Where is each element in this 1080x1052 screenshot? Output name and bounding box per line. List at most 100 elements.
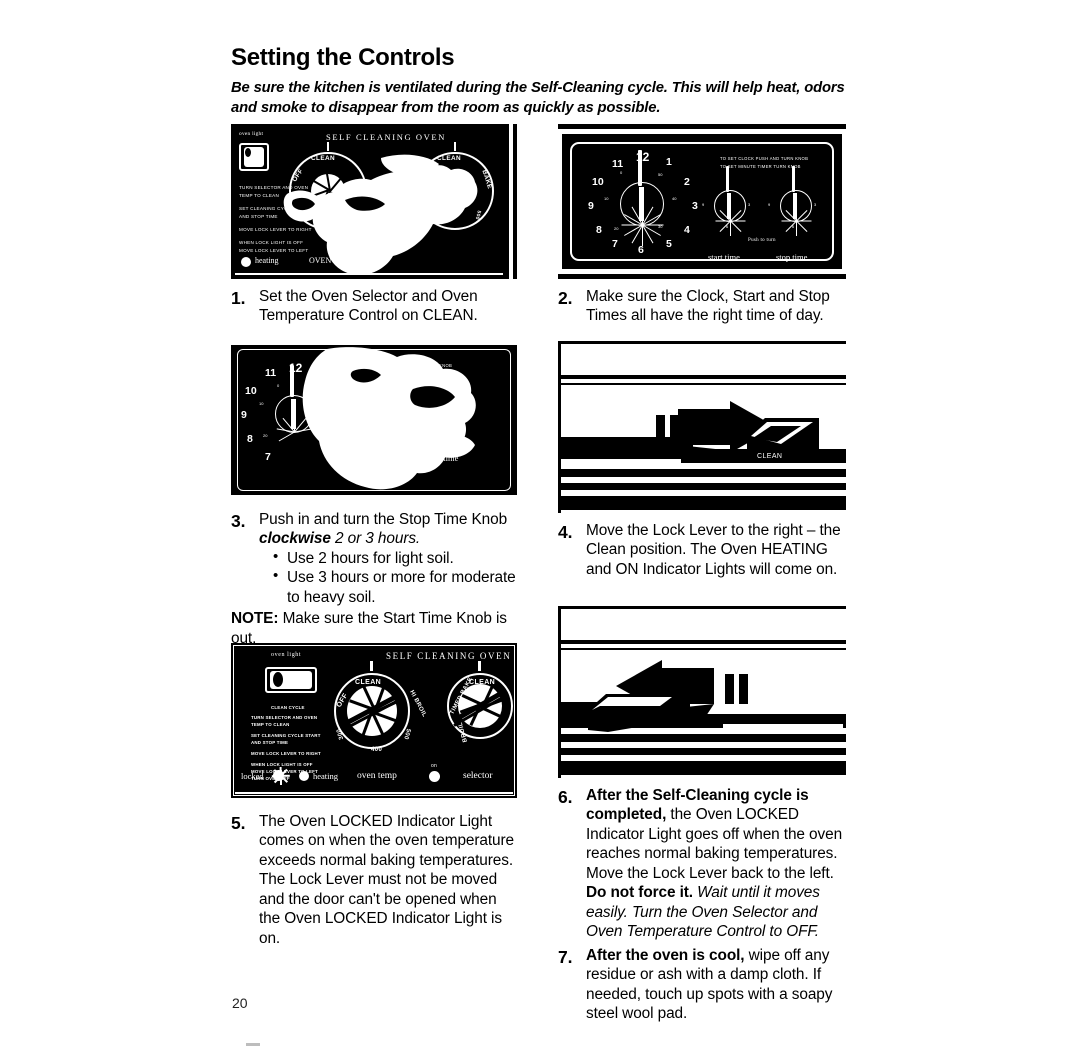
clock-number-8: 8 — [596, 224, 602, 236]
step-6-emphasis-2: Do not force it. — [586, 884, 693, 902]
clock-number-6: 6 — [638, 244, 644, 256]
step-3: 3. Push in and turn the Stop Time Knob c… — [231, 510, 521, 648]
clock-number-9: 9 — [241, 409, 247, 421]
figure-oven-control-panel-hand: SELF CLEANING OVEN oven light TURN SELEC… — [231, 124, 517, 279]
minute-mark-40: 40 — [672, 196, 677, 201]
clock-number-10: 10 — [245, 385, 257, 397]
note-label: NOTE: — [231, 610, 279, 628]
stop-time-knob[interactable] — [780, 190, 812, 236]
step-3-tail: 2 or 3 hours. — [330, 530, 421, 548]
oven-light-label: oven light — [271, 652, 302, 658]
clock-face — [620, 182, 664, 246]
clock-number-9: 9 — [588, 200, 594, 212]
heating-indicator-light — [241, 257, 251, 267]
step-4: 4. Move the Lock Lever to the right – th… — [558, 521, 846, 579]
page-number: 20 — [232, 995, 248, 1011]
step-7-emphasis: After the oven is cool, — [586, 947, 745, 964]
lever-detent-1 — [739, 674, 748, 704]
clock-number-5: 5 — [666, 238, 672, 250]
heating-label: heating — [313, 771, 339, 781]
oven-label: OVEN — [309, 256, 332, 265]
knob-label-clean: CLEAN — [355, 679, 382, 686]
on-indicator-light — [429, 771, 440, 782]
footer-mark — [246, 1043, 260, 1046]
lever-detent-2 — [725, 674, 734, 704]
oven-light-switch[interactable] — [265, 667, 317, 693]
start-time-label: start time — [708, 252, 740, 262]
bullet-heavy-soil: Use 3 hours or more for moderate to heav… — [273, 567, 521, 607]
clock-number-3: 3 — [692, 200, 698, 212]
clock-number-8: 8 — [247, 433, 253, 445]
step-6-text: After the Self-Cleaning cycle is complet… — [586, 786, 846, 942]
lock-lever-handle[interactable] — [586, 690, 678, 732]
panel-edge-shadow — [513, 124, 517, 279]
clock-number-4: 4 — [684, 224, 690, 236]
instr-clean-cycle: CLEAN CYCLE — [271, 705, 305, 710]
step-7-number: 7. — [558, 947, 573, 967]
step-2-number: 2. — [558, 288, 573, 308]
step-3-emphasis: clockwise — [259, 530, 331, 548]
step-5-number: 5. — [231, 813, 246, 833]
clock-number-7: 7 — [612, 238, 618, 250]
selector-label: selector — [463, 771, 493, 781]
step-4-text: Move the Lock Lever to the right – the C… — [586, 522, 841, 578]
push-to-turn-label: Push to turn — [748, 238, 776, 243]
clock-number-2: 2 — [684, 176, 690, 188]
hand-illustration — [302, 347, 476, 490]
locked-indicator-light — [273, 770, 284, 781]
minute-mark-0: 0 — [620, 170, 623, 175]
step-3-lead: Push in and turn the Stop Time Knob — [259, 511, 508, 528]
on-label: on — [431, 763, 438, 769]
oven-temp-label: oven temp — [357, 771, 397, 781]
step-1: 1. Set the Oven Selector and Oven Temper… — [231, 287, 521, 326]
step-3-number: 3. — [231, 511, 246, 531]
step-6-number: 6. — [558, 787, 573, 807]
heating-label: heating — [255, 256, 279, 265]
selector-index-mark — [478, 661, 481, 671]
minute-mark-10: 10 — [604, 196, 609, 201]
page-title: Setting the Controls — [231, 44, 455, 71]
start-time-knob[interactable] — [714, 190, 746, 236]
oven-light-label: oven light — [239, 131, 264, 137]
clock-number-11: 11 — [612, 158, 624, 170]
clock-number-10: 10 — [592, 176, 604, 188]
figure-lock-lever-left — [558, 606, 846, 778]
stop-time-label: stop time — [776, 252, 808, 262]
step-2: 2. Make sure the Clock, Start and Stop T… — [558, 287, 846, 326]
step-4-number: 4. — [558, 522, 573, 542]
lock-lever-handle[interactable]: CLEAN — [747, 418, 819, 463]
set-timer-instruction: TO SET MINUTE TIMER TURN KNOB — [720, 164, 801, 169]
heating-indicator-light — [299, 771, 309, 781]
step-2-text: Make sure the Clock, Start and Stop Time… — [586, 288, 830, 325]
step-1-text: Set the Oven Selector and Oven Temperatu… — [259, 288, 478, 325]
figure-full-control-panel: oven light SELF CLEANING OVEN CLEAN CYCL… — [231, 643, 517, 798]
figure-clock-timer-panel: 12 1 2 3 4 5 6 7 8 9 10 11 0 50 40 30 20… — [558, 124, 846, 279]
clock-number-1: 1 — [666, 156, 672, 168]
minute-mark-20: 20 — [614, 226, 619, 231]
step-1-number: 1. — [231, 288, 246, 308]
knob-index-mark — [370, 661, 373, 671]
set-clock-instruction: TO SET CLOCK PUSH AND TURN KNOB — [720, 156, 809, 161]
step-5-text: The Oven LOCKED Indicator Light comes on… — [259, 813, 514, 947]
step-6: 6. After the Self-Cleaning cycle is comp… — [558, 786, 846, 942]
panel-title-text: SELF CLEANING OVEN — [386, 651, 512, 661]
step-5: 5. The Oven LOCKED Indicator Light comes… — [231, 812, 521, 948]
step-7: 7. After the oven is cool, wipe off any … — [558, 946, 846, 1024]
clock-number-11: 11 — [265, 367, 277, 379]
bullet-light-soil: Use 2 hours for light soil. — [273, 548, 521, 568]
minute-mark-50: 50 — [658, 172, 663, 177]
clock-number-12: 12 — [636, 150, 650, 164]
minute-mark-30: 30 — [658, 224, 663, 229]
manual-page: Setting the Controls Be sure the kitchen… — [0, 0, 1080, 1052]
lever-detent-1 — [656, 415, 665, 441]
step-3-bullet-list: Use 2 hours for light soil. Use 3 hours … — [259, 548, 521, 607]
intro-paragraph: Be sure the kitchen is ventilated during… — [231, 80, 845, 116]
clean-position-label: CLEAN — [757, 453, 783, 460]
clock-number-7: 7 — [265, 451, 271, 463]
panel-title-text: SELF CLEANING OVEN — [326, 132, 446, 142]
step-7-text: After the oven is cool, wipe off any res… — [586, 946, 846, 1024]
oven-light-switch[interactable] — [239, 143, 269, 171]
knob-label-400: 400 — [371, 747, 383, 753]
figure-lock-lever-right: CLEAN — [558, 341, 846, 513]
locked-label: locked — [241, 771, 264, 781]
